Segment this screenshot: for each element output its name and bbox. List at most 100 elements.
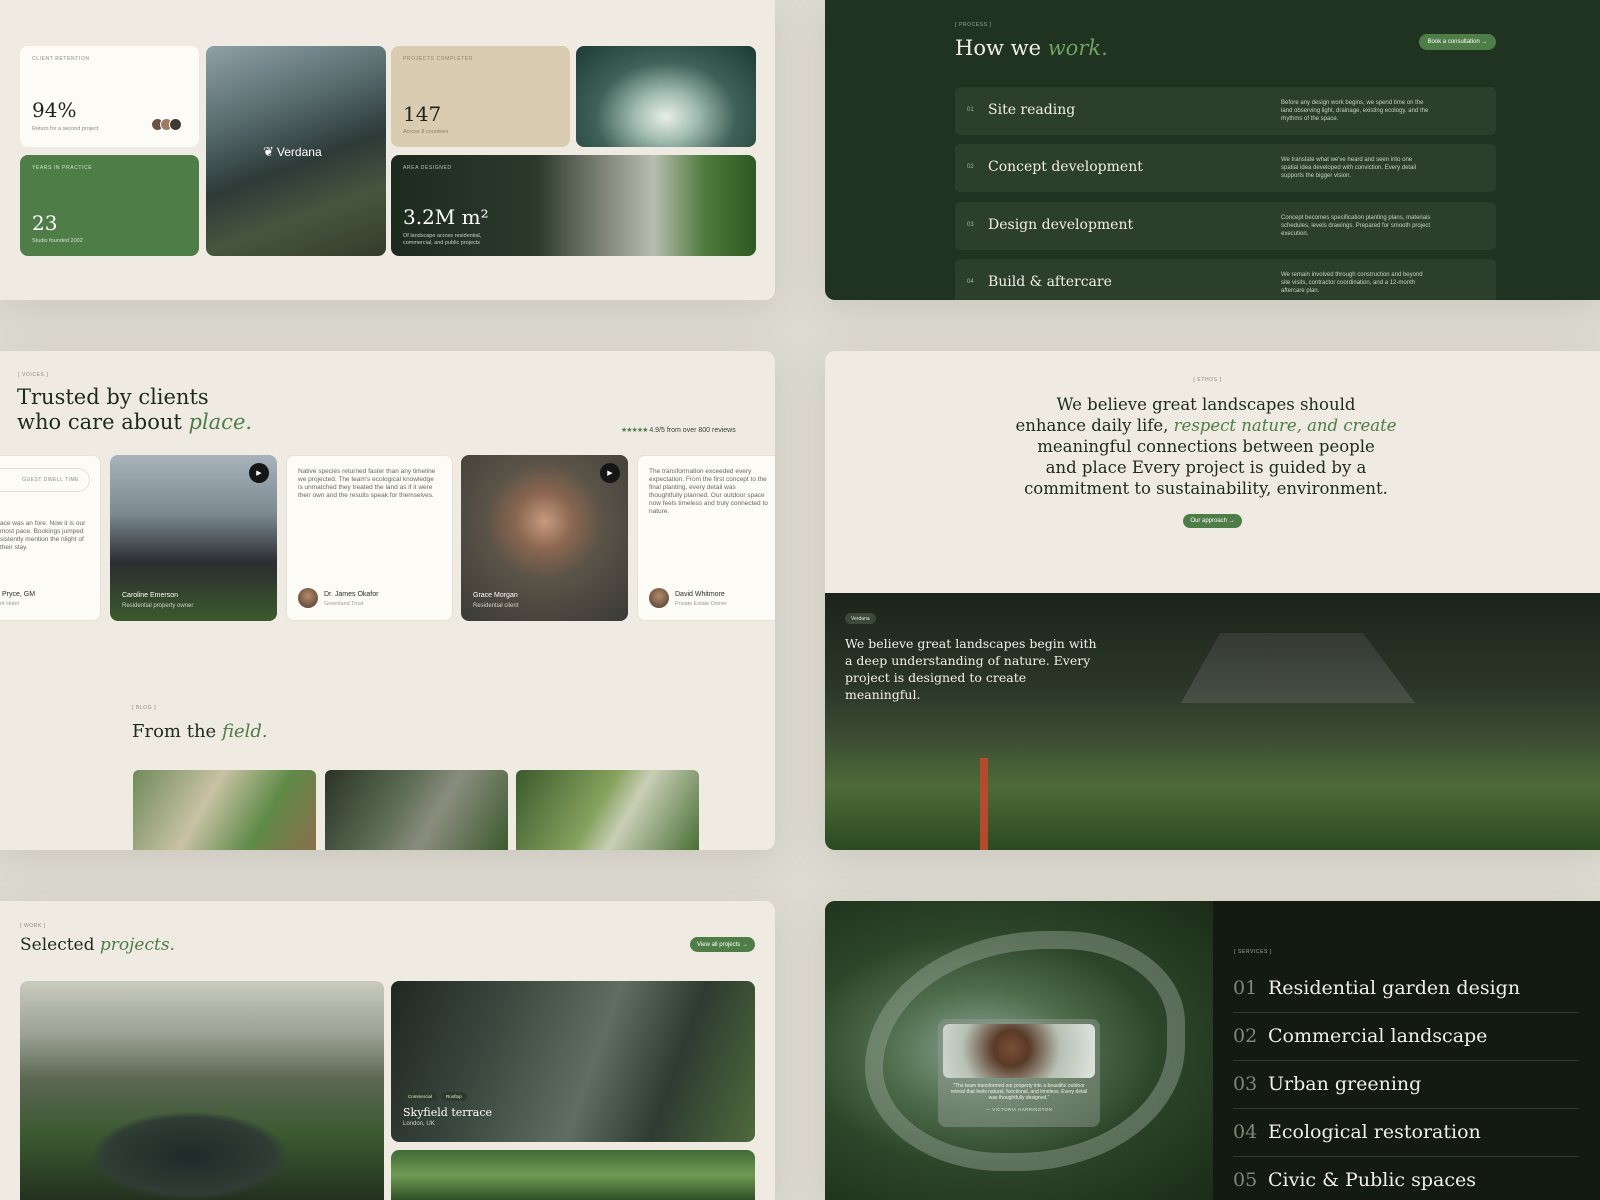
service-item[interactable]: 03 Urban greening [1233, 1061, 1579, 1109]
service-item[interactable]: 05 Civic & Public spaces [1233, 1157, 1579, 1200]
blog-card[interactable] [133, 770, 316, 850]
ethos-line: enhance daily life, [1015, 416, 1169, 435]
title-accent: work. [1047, 36, 1108, 60]
stat-projects: PROJECTS COMPLETED 147 Across 8 countrie… [391, 46, 570, 147]
stat-value: 94% [32, 98, 77, 122]
testimonial-card[interactable]: Native species returned faster than any … [286, 455, 453, 621]
title-text: who care about [17, 410, 182, 434]
stat-area: AREA DESIGNED 3.2M m² Of landscape acros… [391, 155, 756, 256]
step-desc: Before any design work begins, we spend … [1281, 100, 1429, 122]
project-card[interactable] [391, 1150, 755, 1200]
process-step: 03 Design development Concept becomes sp… [955, 202, 1496, 250]
avatar [298, 588, 318, 608]
tag-chip: Commercial [403, 1092, 438, 1101]
aerial-garden-image: "The team transformed our property into … [825, 901, 1213, 1200]
stat-label: CLIENT RETENTION [32, 56, 90, 62]
step-num: 01 [967, 107, 974, 113]
book-consultation-button[interactable]: Book a consultation → [1419, 34, 1496, 50]
project-card[interactable] [20, 981, 384, 1200]
leaf-icon: ❦ [263, 144, 274, 159]
service-label: Commercial landscape [1268, 1025, 1488, 1047]
service-label: Urban greening [1268, 1073, 1422, 1095]
testimonial-role: nt Hotel [0, 601, 19, 607]
section-tag: [ ETHOS ] [1193, 377, 1222, 383]
testimonial-name: Grace Morgan [473, 592, 518, 599]
stat-value: 23 [32, 211, 58, 235]
video-testimonial-card[interactable]: ▶ Caroline Emerson Residential property … [110, 455, 277, 621]
brand-name: Verdana [276, 145, 322, 159]
star-icon: ★★★★★ [621, 427, 648, 434]
testimonial-quote: ace was an fore. Now it is our most pace… [0, 520, 86, 551]
testimonial-card[interactable]: GUEST DWELL TIME ace was an fore. Now it… [0, 455, 101, 621]
service-num: 05 [1233, 1169, 1258, 1191]
project-card[interactable]: Commercial Rooftop Skyfield terrace Lond… [391, 981, 755, 1142]
service-label: Civic & Public spaces [1268, 1169, 1476, 1191]
metric-chip: GUEST DWELL TIME [0, 468, 90, 492]
view-all-projects-button[interactable]: View all projects → [690, 937, 755, 952]
stat-caption: Return for a second project [32, 126, 99, 132]
step-desc: Concept becomes specification planting p… [1281, 215, 1431, 237]
ethos-statement: We believe great landscapes should enhan… [825, 394, 1587, 499]
section-title: How we work. [955, 36, 1108, 60]
verdana-logo: ❦ Verdana [263, 144, 322, 160]
service-item[interactable]: 02 Commercial landscape [1233, 1013, 1579, 1061]
testimonial-name: Caroline Emerson [122, 592, 179, 599]
section-tag: [ SERVICES ] [1234, 949, 1272, 955]
testimonial-role: Residential property owner [122, 603, 194, 609]
stat-years: YEARS IN PRACTICE 23 Studio founded 2002 [20, 155, 199, 256]
step-num: 03 [967, 222, 974, 228]
testimonial-name: Dr. James Okafor [324, 591, 379, 598]
service-num: 03 [1233, 1073, 1258, 1095]
stat-label: AREA DESIGNED [403, 165, 452, 171]
service-num: 04 [1233, 1121, 1258, 1143]
section-tag: [ WORK ] [20, 923, 46, 929]
blog-card[interactable] [516, 770, 699, 850]
stat-label: YEARS IN PRACTICE [32, 165, 93, 171]
process-step: 02 Concept development We translate what… [955, 144, 1496, 192]
service-item[interactable]: 04 Ecological restoration [1233, 1109, 1579, 1157]
avatar [649, 588, 669, 608]
service-label: Ecological restoration [1268, 1121, 1481, 1143]
play-icon[interactable]: ▶ [249, 463, 269, 483]
step-title: Design development [988, 217, 1134, 233]
ethos-panel: [ ETHOS ] We believe great landscapes sh… [825, 351, 1600, 850]
title-text: Selected [20, 935, 95, 955]
video-testimonial-card[interactable]: ▶ Grace Morgan Residential client [461, 455, 628, 621]
blog-card[interactable] [325, 770, 508, 850]
section-title: Trusted by clients who care about place. [17, 385, 252, 435]
title-accent: place. [188, 410, 253, 434]
stat-caption: Of landscape across residential, commerc… [403, 233, 482, 246]
section-tag: [ PROCESS ] [955, 22, 992, 28]
section-tag: [ BLOG ] [132, 705, 157, 711]
work-panel: [ WORK ] Selected projects. View all pro… [0, 901, 775, 1200]
brand-chip: Verdana [845, 613, 876, 624]
rating-text: 4.9/5 from over 800 reviews [649, 427, 736, 434]
our-approach-button[interactable]: Our approach → [1183, 514, 1242, 528]
service-item[interactable]: 01 Residential garden design [1233, 965, 1579, 1013]
blog-title: From the field. [132, 721, 268, 742]
project-tags: Commercial Rooftop [403, 1092, 467, 1101]
ethos-line: commitment to sustainability, environmen… [1024, 479, 1388, 498]
stat-value: 147 [403, 102, 442, 126]
step-title: Concept development [988, 159, 1143, 175]
project-title: Skyfield terrace [403, 1106, 492, 1119]
rating: ★★★★★ 4.9/5 from over 800 reviews [621, 426, 736, 434]
testimonial-name: David Whitmore [675, 591, 725, 598]
testimonial-quote: The transformation exceeded every expect… [649, 468, 768, 515]
testimonial-photo [943, 1024, 1095, 1078]
testimonial-quote: Native species returned faster than any … [298, 468, 436, 499]
floating-quote: "The team transformed our property into … [950, 1083, 1088, 1101]
service-num: 02 [1233, 1025, 1258, 1047]
testimonial-card[interactable]: The transformation exceeded every expect… [637, 455, 775, 621]
floating-author: — VICTORIA HARRINGTON [985, 1107, 1053, 1112]
play-icon[interactable]: ▶ [600, 463, 620, 483]
title-accent: field. [221, 721, 268, 742]
step-desc: We translate what we've heard and seen i… [1281, 157, 1417, 179]
red-post [980, 758, 988, 850]
process-step: 04 Build & aftercare We remain involved … [955, 259, 1496, 300]
service-label: Residential garden design [1268, 977, 1521, 999]
fountain [90, 1111, 290, 1200]
stat-value: 3.2M m² [403, 205, 489, 229]
testimonial-role: Residential client [473, 603, 519, 609]
stat-caption: Across 8 countries [403, 129, 449, 135]
